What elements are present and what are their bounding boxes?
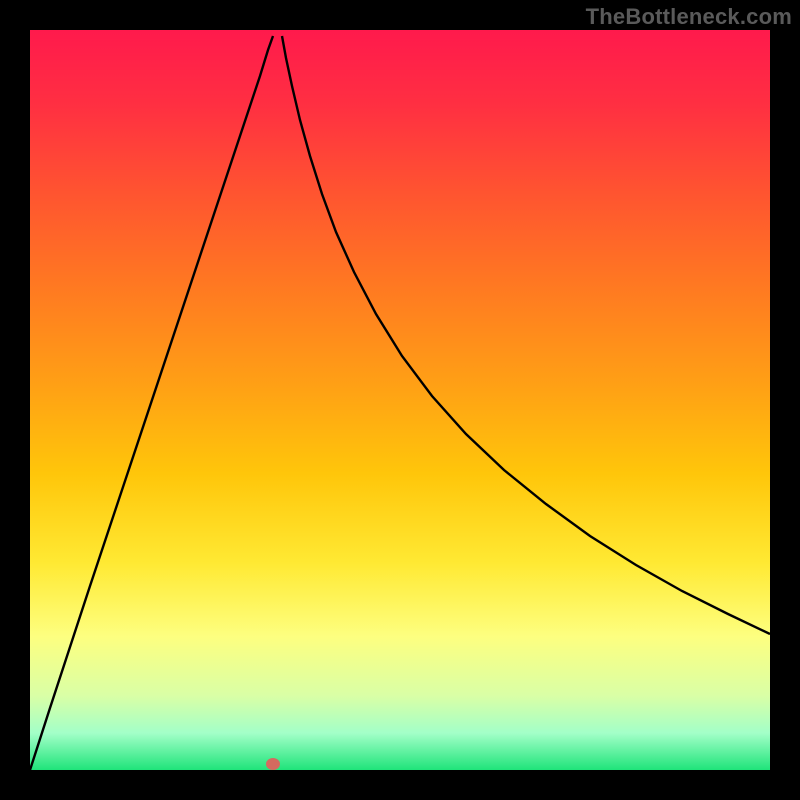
watermark-text: TheBottleneck.com: [586, 4, 792, 30]
optimal-point-marker: [266, 758, 280, 770]
curve-left-branch: [30, 36, 273, 770]
chart-frame: TheBottleneck.com: [0, 0, 800, 800]
plot-area: [30, 30, 770, 770]
curve-right-branch: [282, 36, 770, 634]
bottleneck-curve: [30, 30, 770, 770]
